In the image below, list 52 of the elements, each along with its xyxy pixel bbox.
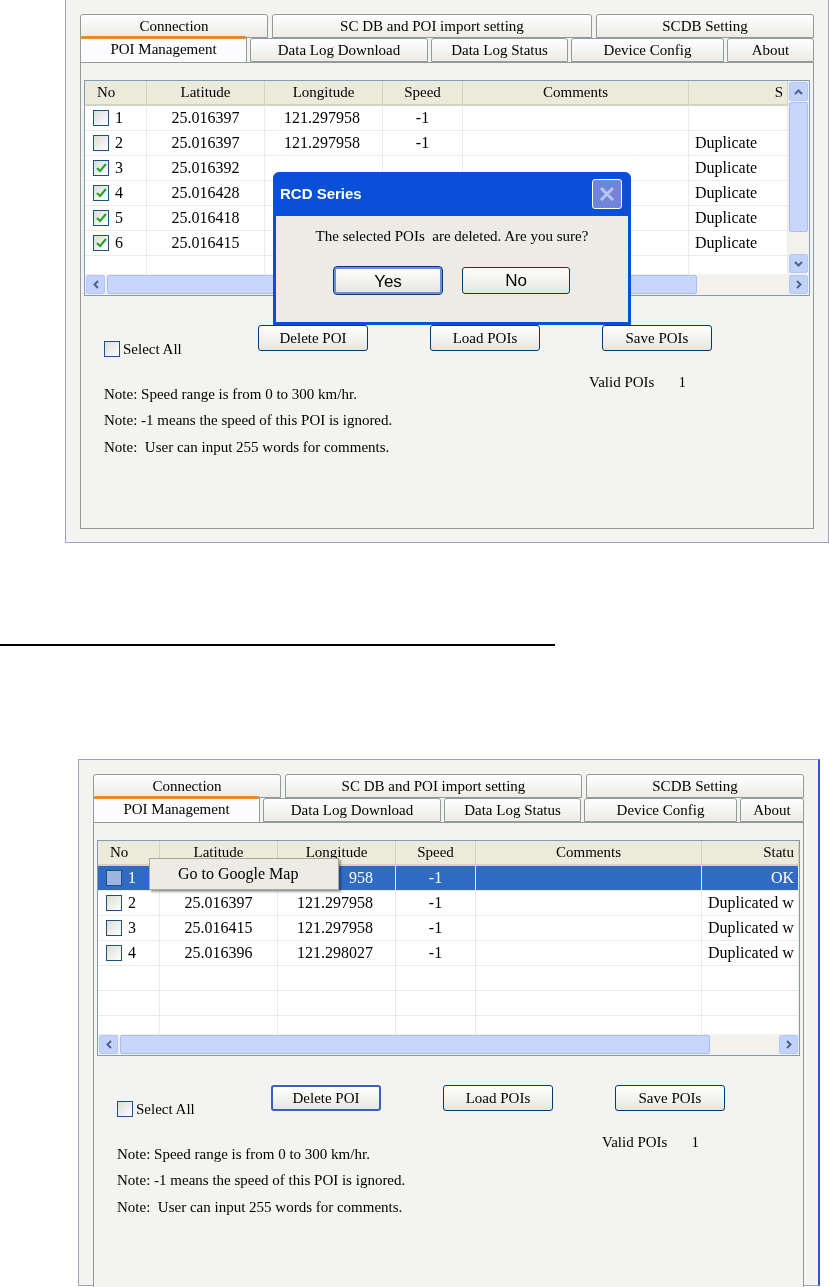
table-cell-text: 3 bbox=[128, 917, 136, 938]
note-text: Note: Speed range is from 0 to 300 km/hr. bbox=[117, 1144, 371, 1164]
table-cell-text: 2 bbox=[128, 892, 136, 913]
table-cell-text: -1 bbox=[428, 867, 443, 888]
table-cell-text: 121.297958 bbox=[297, 892, 373, 913]
table-cell-text: 2 bbox=[115, 132, 123, 153]
table-cell-text: 121.297958 bbox=[284, 132, 360, 153]
table-cell-text: 25.016428 bbox=[171, 182, 240, 203]
table-cell-text: OK bbox=[770, 867, 794, 888]
table-cell-text: Duplicate bbox=[695, 157, 758, 179]
table-cell-text: Duplicated w bbox=[708, 917, 794, 939]
table-cell-text: 4 bbox=[128, 942, 136, 963]
valid-pois-count: 1 bbox=[678, 372, 686, 392]
table-cell-text: -1 bbox=[415, 132, 430, 153]
table-cell-text: 25.016397 bbox=[171, 107, 240, 128]
note-text: Note: Speed range is from 0 to 300 km/hr. bbox=[104, 384, 358, 404]
table-cell-text: Duplicate bbox=[695, 182, 758, 204]
table-cell-text: 25.016392 bbox=[171, 157, 240, 178]
table-cell-text: -1 bbox=[428, 892, 443, 913]
table-cell-text: 121.297958 bbox=[284, 107, 360, 128]
table-cell-text: Duplicated w bbox=[708, 942, 794, 964]
table-cell-text: 25.016397 bbox=[171, 132, 240, 153]
note-text: Note: -1 means the speed of this POI is ignored. bbox=[104, 411, 394, 430]
note-text: Note: User can input 255 words for comments. bbox=[104, 437, 391, 457]
table-cell-text: 1 bbox=[128, 867, 136, 888]
table-cell-text: 4 bbox=[115, 182, 123, 203]
table-cell-text: 25.016415 bbox=[184, 917, 253, 938]
table-cell-text: Duplicate bbox=[695, 232, 758, 254]
valid-pois-label: Valid POIs bbox=[589, 372, 655, 392]
table-cell-text: 25.016396 bbox=[184, 942, 253, 963]
dialog-title: RCD Series bbox=[280, 183, 362, 204]
table-cell-text: 121.298027 bbox=[297, 942, 373, 963]
valid-pois-count: 1 bbox=[691, 1132, 699, 1152]
table-cell-text: Duplicate bbox=[695, 207, 758, 229]
table-cell-text: 25.016418 bbox=[171, 207, 240, 228]
table-cell-text: 25.016397 bbox=[184, 892, 253, 913]
table-cell-text: 5 bbox=[115, 207, 123, 228]
table-cell-text: -1 bbox=[428, 942, 443, 963]
table-cell-text: 121.297958 bbox=[297, 917, 373, 938]
table-cell-text: 6 bbox=[115, 232, 123, 253]
table-cell-text: 1 bbox=[115, 107, 123, 128]
dialog-message: The selected POIs are deleted. Are you sure? bbox=[315, 227, 589, 246]
table-cell-text: Duplicated w bbox=[708, 892, 794, 914]
valid-pois-label: Valid POIs bbox=[602, 1132, 668, 1152]
note-text: Note: User can input 255 words for comments. bbox=[117, 1197, 404, 1217]
table-cell-text: -1 bbox=[428, 917, 443, 938]
table-cell-text: 25.016415 bbox=[171, 232, 240, 253]
note-text: Note: -1 means the speed of this POI is ignored. bbox=[117, 1171, 407, 1190]
table-cell-text: Duplicate bbox=[695, 132, 758, 154]
table-cell-text: -1 bbox=[415, 107, 430, 128]
table-cell-text: 958 bbox=[349, 867, 373, 888]
table-cell-text: 3 bbox=[115, 157, 123, 178]
